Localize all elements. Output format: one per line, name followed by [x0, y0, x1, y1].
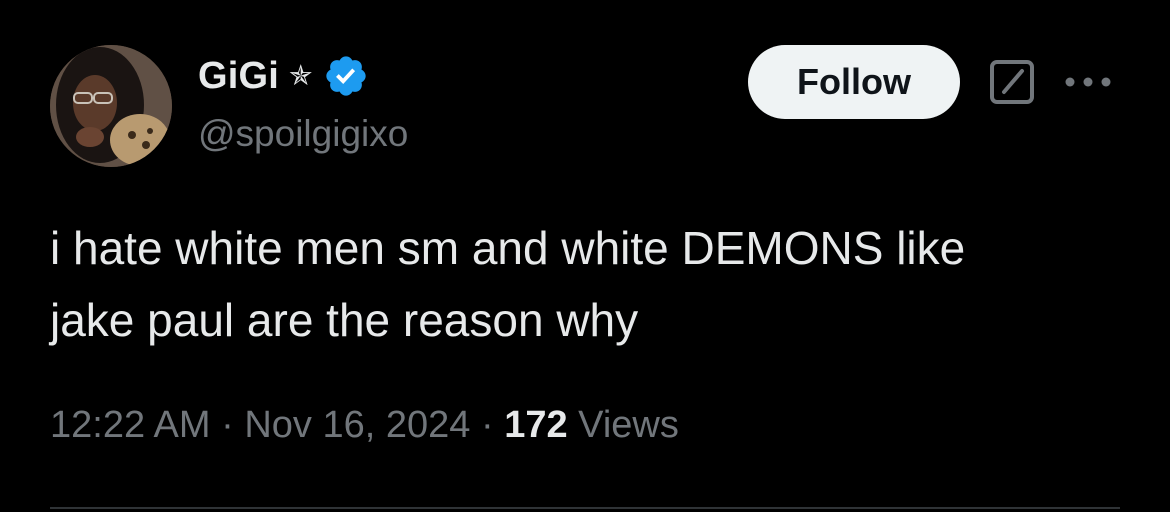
more-dots-icon[interactable]	[1062, 72, 1114, 92]
verified-badge-icon[interactable]	[323, 53, 369, 99]
meta-separator: ·	[480, 404, 505, 446]
tweet-card: GiGi ✯ @spoilgigixo Follow i hate white …	[0, 0, 1170, 512]
views-label: Views	[578, 404, 679, 446]
avatar[interactable]	[50, 45, 172, 167]
tweet-date[interactable]: Nov 16, 2024	[244, 404, 470, 446]
star-icon: ✯	[289, 60, 313, 91]
display-name-row: GiGi ✯	[198, 52, 369, 100]
tweet-text: i hate white men sm and white DEMONS lik…	[50, 212, 1130, 356]
tweet-text-line: jake paul are the reason why	[50, 294, 639, 346]
user-handle[interactable]: @spoilgigixo	[198, 113, 408, 155]
tweet-meta: 12:22 AM · Nov 16, 2024 · 172 Views	[50, 404, 679, 447]
tweet-text-line: i hate white men sm and white DEMONS lik…	[50, 222, 966, 274]
meta-separator: ·	[221, 404, 245, 446]
views-count: 172	[504, 404, 579, 446]
profile-photo-icon	[50, 45, 172, 167]
grok-slash-box-icon[interactable]	[988, 58, 1036, 106]
tweet-time[interactable]: 12:22 AM	[50, 404, 211, 446]
divider	[50, 507, 1120, 509]
follow-button[interactable]: Follow	[748, 45, 960, 119]
display-name[interactable]: GiGi	[198, 55, 279, 98]
